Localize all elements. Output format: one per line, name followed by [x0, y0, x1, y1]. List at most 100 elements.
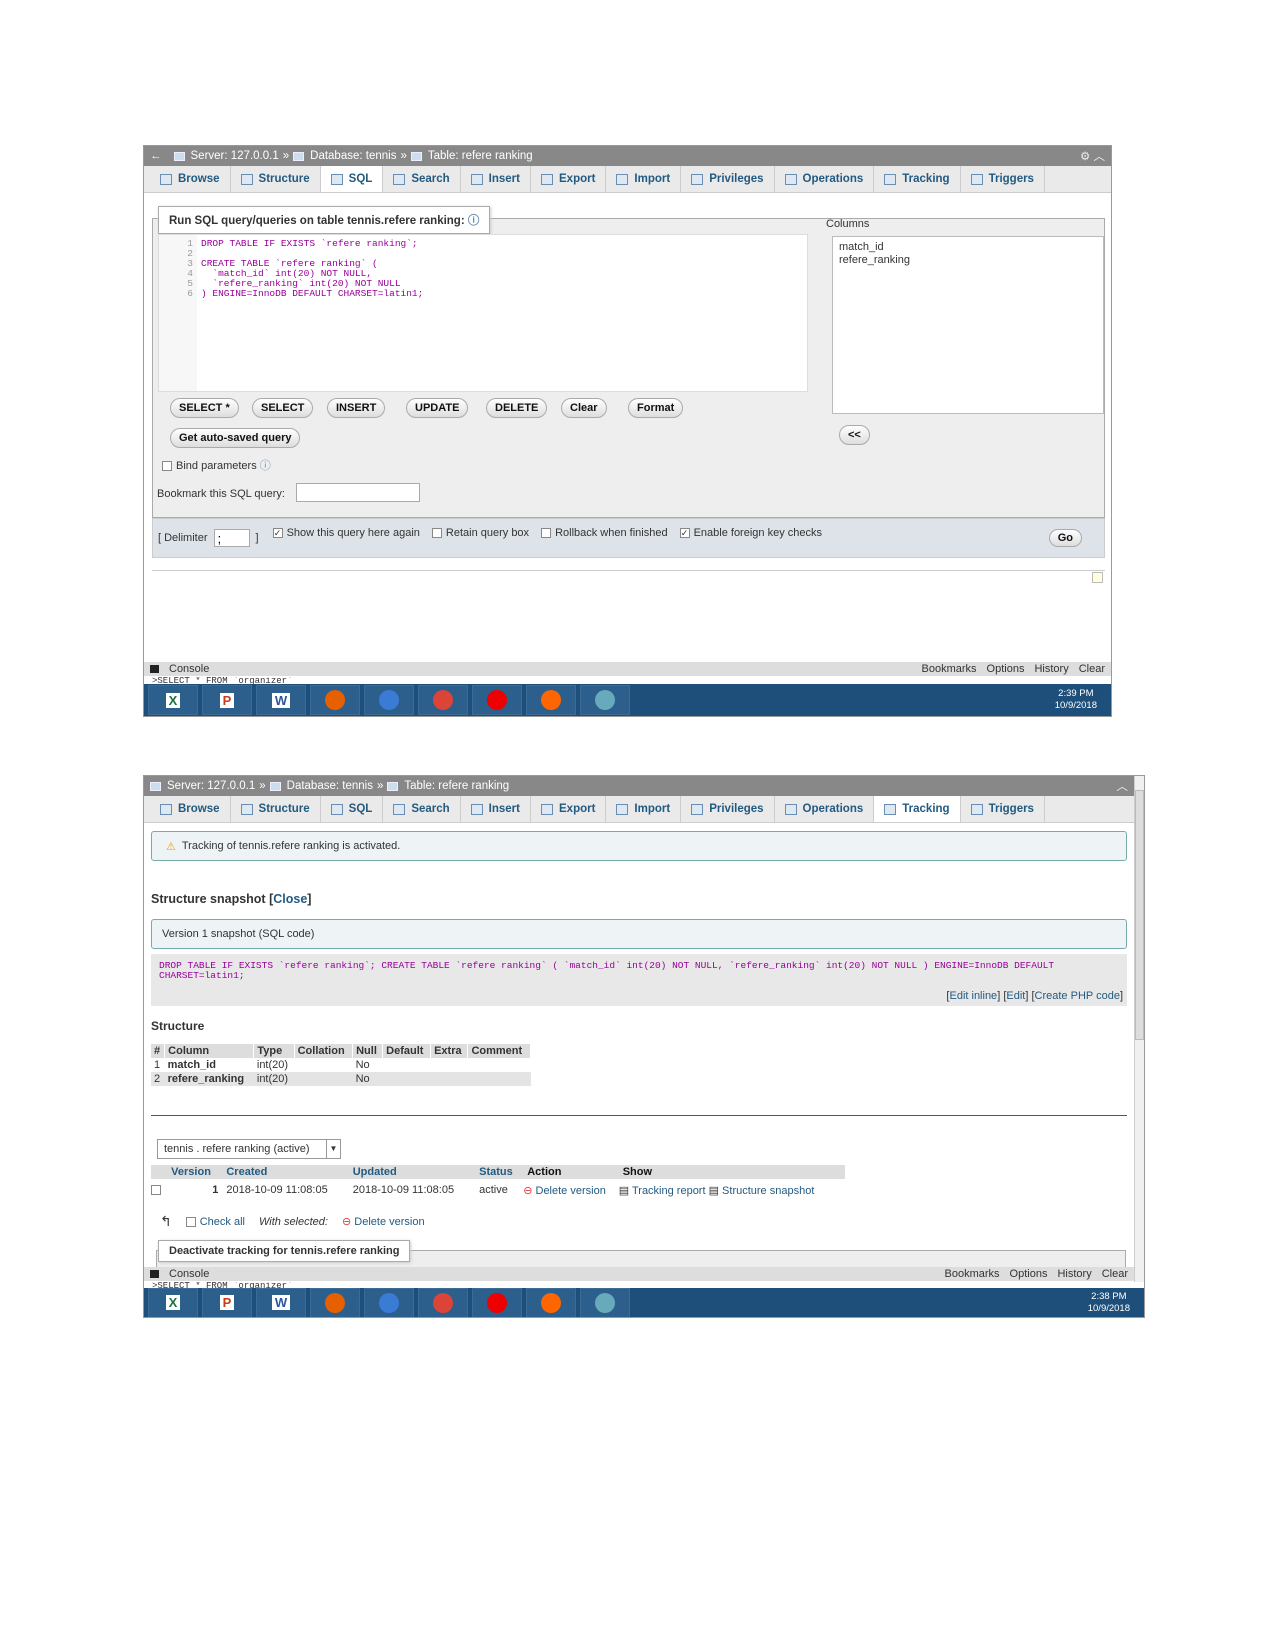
tab-triggers[interactable]: Triggers [961, 166, 1045, 192]
query-button-clear[interactable]: Clear [561, 398, 607, 418]
tab-structure[interactable]: Structure [231, 166, 321, 192]
tab-insert[interactable]: Insert [461, 796, 531, 822]
tab-search[interactable]: Search [383, 796, 461, 822]
go-button[interactable]: Go [1048, 529, 1082, 547]
tab-privileges[interactable]: Privileges [681, 166, 775, 192]
tab-operations[interactable]: Operations [775, 796, 875, 822]
taskbar-P-icon[interactable]: P [202, 685, 252, 715]
sql-editor[interactable]: 123456 DROP TABLE IF EXISTS `refere rank… [158, 234, 808, 392]
column-item[interactable]: refere_ranking [839, 254, 1097, 267]
structure-snapshot-link[interactable]: Structure snapshot [722, 1185, 814, 1197]
taskbar-X-icon[interactable]: X [148, 1287, 198, 1317]
tab-browse[interactable]: Browse [150, 166, 231, 192]
console-label[interactable]: Console [169, 663, 209, 675]
query-button-delete[interactable]: DELETE [486, 398, 548, 418]
bookmark-input[interactable] [296, 483, 420, 502]
check-all-label[interactable]: Check all [200, 1216, 245, 1228]
tab-structure[interactable]: Structure [231, 796, 321, 822]
taskbar-firefox-icon[interactable] [310, 685, 360, 715]
breadcrumb-database[interactable]: Database: tennis [310, 150, 396, 162]
taskbar-opera-icon[interactable] [472, 1287, 522, 1317]
tab-import[interactable]: Import [606, 166, 682, 192]
insert-column-button[interactable]: << [839, 425, 870, 445]
tab-operations[interactable]: Operations [775, 166, 875, 192]
console-bookmarks-link[interactable]: Bookmarks [945, 1268, 1000, 1280]
option-checkbox[interactable]: ✓ [679, 528, 690, 539]
tracking-report-link[interactable]: Tracking report [632, 1185, 706, 1197]
tab-insert[interactable]: Insert [461, 166, 531, 192]
console-clear-link[interactable]: Clear [1079, 663, 1105, 675]
settings-icon[interactable]: ⚙ ︿ [1080, 148, 1105, 164]
row-select[interactable] [151, 1179, 167, 1201]
bind-parameters[interactable]: Bind parameters ⓘ [162, 457, 271, 473]
tab-privileges[interactable]: Privileges [681, 796, 775, 822]
option-checkbox[interactable] [541, 528, 552, 539]
console-bookmarks-link[interactable]: Bookmarks [922, 663, 977, 675]
taskbar-xampp-icon[interactable] [526, 1287, 576, 1317]
sql-link-edit-inline[interactable]: Edit inline [949, 990, 997, 1002]
tab-browse[interactable]: Browse [150, 796, 231, 822]
table-select[interactable]: tennis . refere ranking (active) ▼ [157, 1139, 341, 1159]
tab-tracking[interactable]: Tracking [874, 796, 961, 822]
help-icon[interactable]: ⓘ [260, 460, 271, 472]
bulk-delete-version[interactable]: ⊖ Delete version [342, 1215, 425, 1228]
option-checkbox[interactable]: ✓ [272, 528, 283, 539]
query-button-format[interactable]: Format [628, 398, 684, 418]
option-2[interactable]: Rollback when finished [541, 527, 668, 539]
note-icon[interactable] [1092, 572, 1103, 583]
tab-export[interactable]: Export [531, 166, 607, 192]
tab-sql[interactable]: SQL [321, 796, 384, 822]
taskbar-chrome-icon[interactable] [418, 685, 468, 715]
taskbar-photos-icon[interactable] [580, 685, 630, 715]
breadcrumb-server[interactable]: Server: 127.0.0.1 [191, 150, 279, 162]
taskbar-photos-icon[interactable] [580, 1287, 630, 1317]
close-link[interactable]: Close [273, 892, 307, 906]
taskbar-P-icon[interactable]: P [202, 1287, 252, 1317]
sql-link-create-php-code[interactable]: Create PHP code [1035, 990, 1120, 1002]
check-all-checkbox[interactable] [185, 1216, 196, 1227]
query-button-insert[interactable]: INSERT [327, 398, 386, 418]
tab-sql[interactable]: SQL [320, 166, 384, 192]
console-label[interactable]: Console [169, 1268, 209, 1280]
taskbar-W-icon[interactable]: W [256, 685, 306, 715]
tab-search[interactable]: Search [383, 166, 461, 192]
taskbar-firefox-icon[interactable] [310, 1287, 360, 1317]
collapse-icon[interactable]: ︿ [1117, 778, 1129, 794]
sql-link-edit[interactable]: Edit [1006, 990, 1025, 1002]
delimiter-input[interactable] [213, 529, 250, 547]
help-icon[interactable]: ⓘ [468, 215, 480, 227]
collapse-arrow-icon[interactable]: ← [150, 150, 162, 162]
console-clear-link[interactable]: Clear [1102, 1268, 1128, 1280]
option-1[interactable]: Retain query box [431, 527, 529, 539]
console-history-link[interactable]: History [1034, 663, 1068, 675]
get-auto-saved-query-button[interactable]: Get auto-saved query [170, 428, 301, 448]
taskbar-W-icon[interactable]: W [256, 1287, 306, 1317]
breadcrumb-table[interactable]: Table: refere ranking [404, 780, 509, 792]
taskbar-xampp-icon[interactable] [526, 685, 576, 715]
check-all[interactable]: Check all [185, 1216, 245, 1228]
versions-header-action[interactable]: Action [523, 1165, 618, 1179]
versions-header-version[interactable]: Version [167, 1165, 222, 1179]
option-3[interactable]: ✓ Enable foreign key checks [679, 527, 822, 539]
console-bar[interactable]: Console Bookmarks Options History Clear [144, 662, 1111, 676]
breadcrumb-table[interactable]: Table: refere ranking [428, 150, 533, 162]
versions-header-updated[interactable]: Updated [349, 1165, 475, 1179]
console-options-link[interactable]: Options [1010, 1268, 1048, 1280]
column-item[interactable]: match_id [839, 241, 1097, 254]
taskbar-thunderbird-icon[interactable] [364, 685, 414, 715]
deactivate-legend[interactable]: Deactivate tracking for tennis.refere ra… [158, 1240, 411, 1262]
console-bar[interactable]: Console Bookmarks Options History Clear [144, 1267, 1134, 1281]
scrollbar[interactable] [1134, 776, 1144, 1289]
console-history-link[interactable]: History [1057, 1268, 1091, 1280]
bulk-delete-label[interactable]: Delete version [354, 1216, 424, 1228]
breadcrumb-server[interactable]: Server: 127.0.0.1 [167, 780, 255, 792]
dropdown-arrow-icon[interactable]: ▼ [326, 1140, 340, 1158]
breadcrumb-database[interactable]: Database: tennis [287, 780, 373, 792]
option-checkbox[interactable] [431, 528, 442, 539]
versions-header-show[interactable]: Show [619, 1165, 845, 1179]
tab-import[interactable]: Import [606, 796, 682, 822]
tab-tracking[interactable]: Tracking [874, 166, 961, 192]
taskbar-chrome-icon[interactable] [418, 1287, 468, 1317]
taskbar-thunderbird-icon[interactable] [364, 1287, 414, 1317]
taskbar-opera-icon[interactable] [472, 685, 522, 715]
